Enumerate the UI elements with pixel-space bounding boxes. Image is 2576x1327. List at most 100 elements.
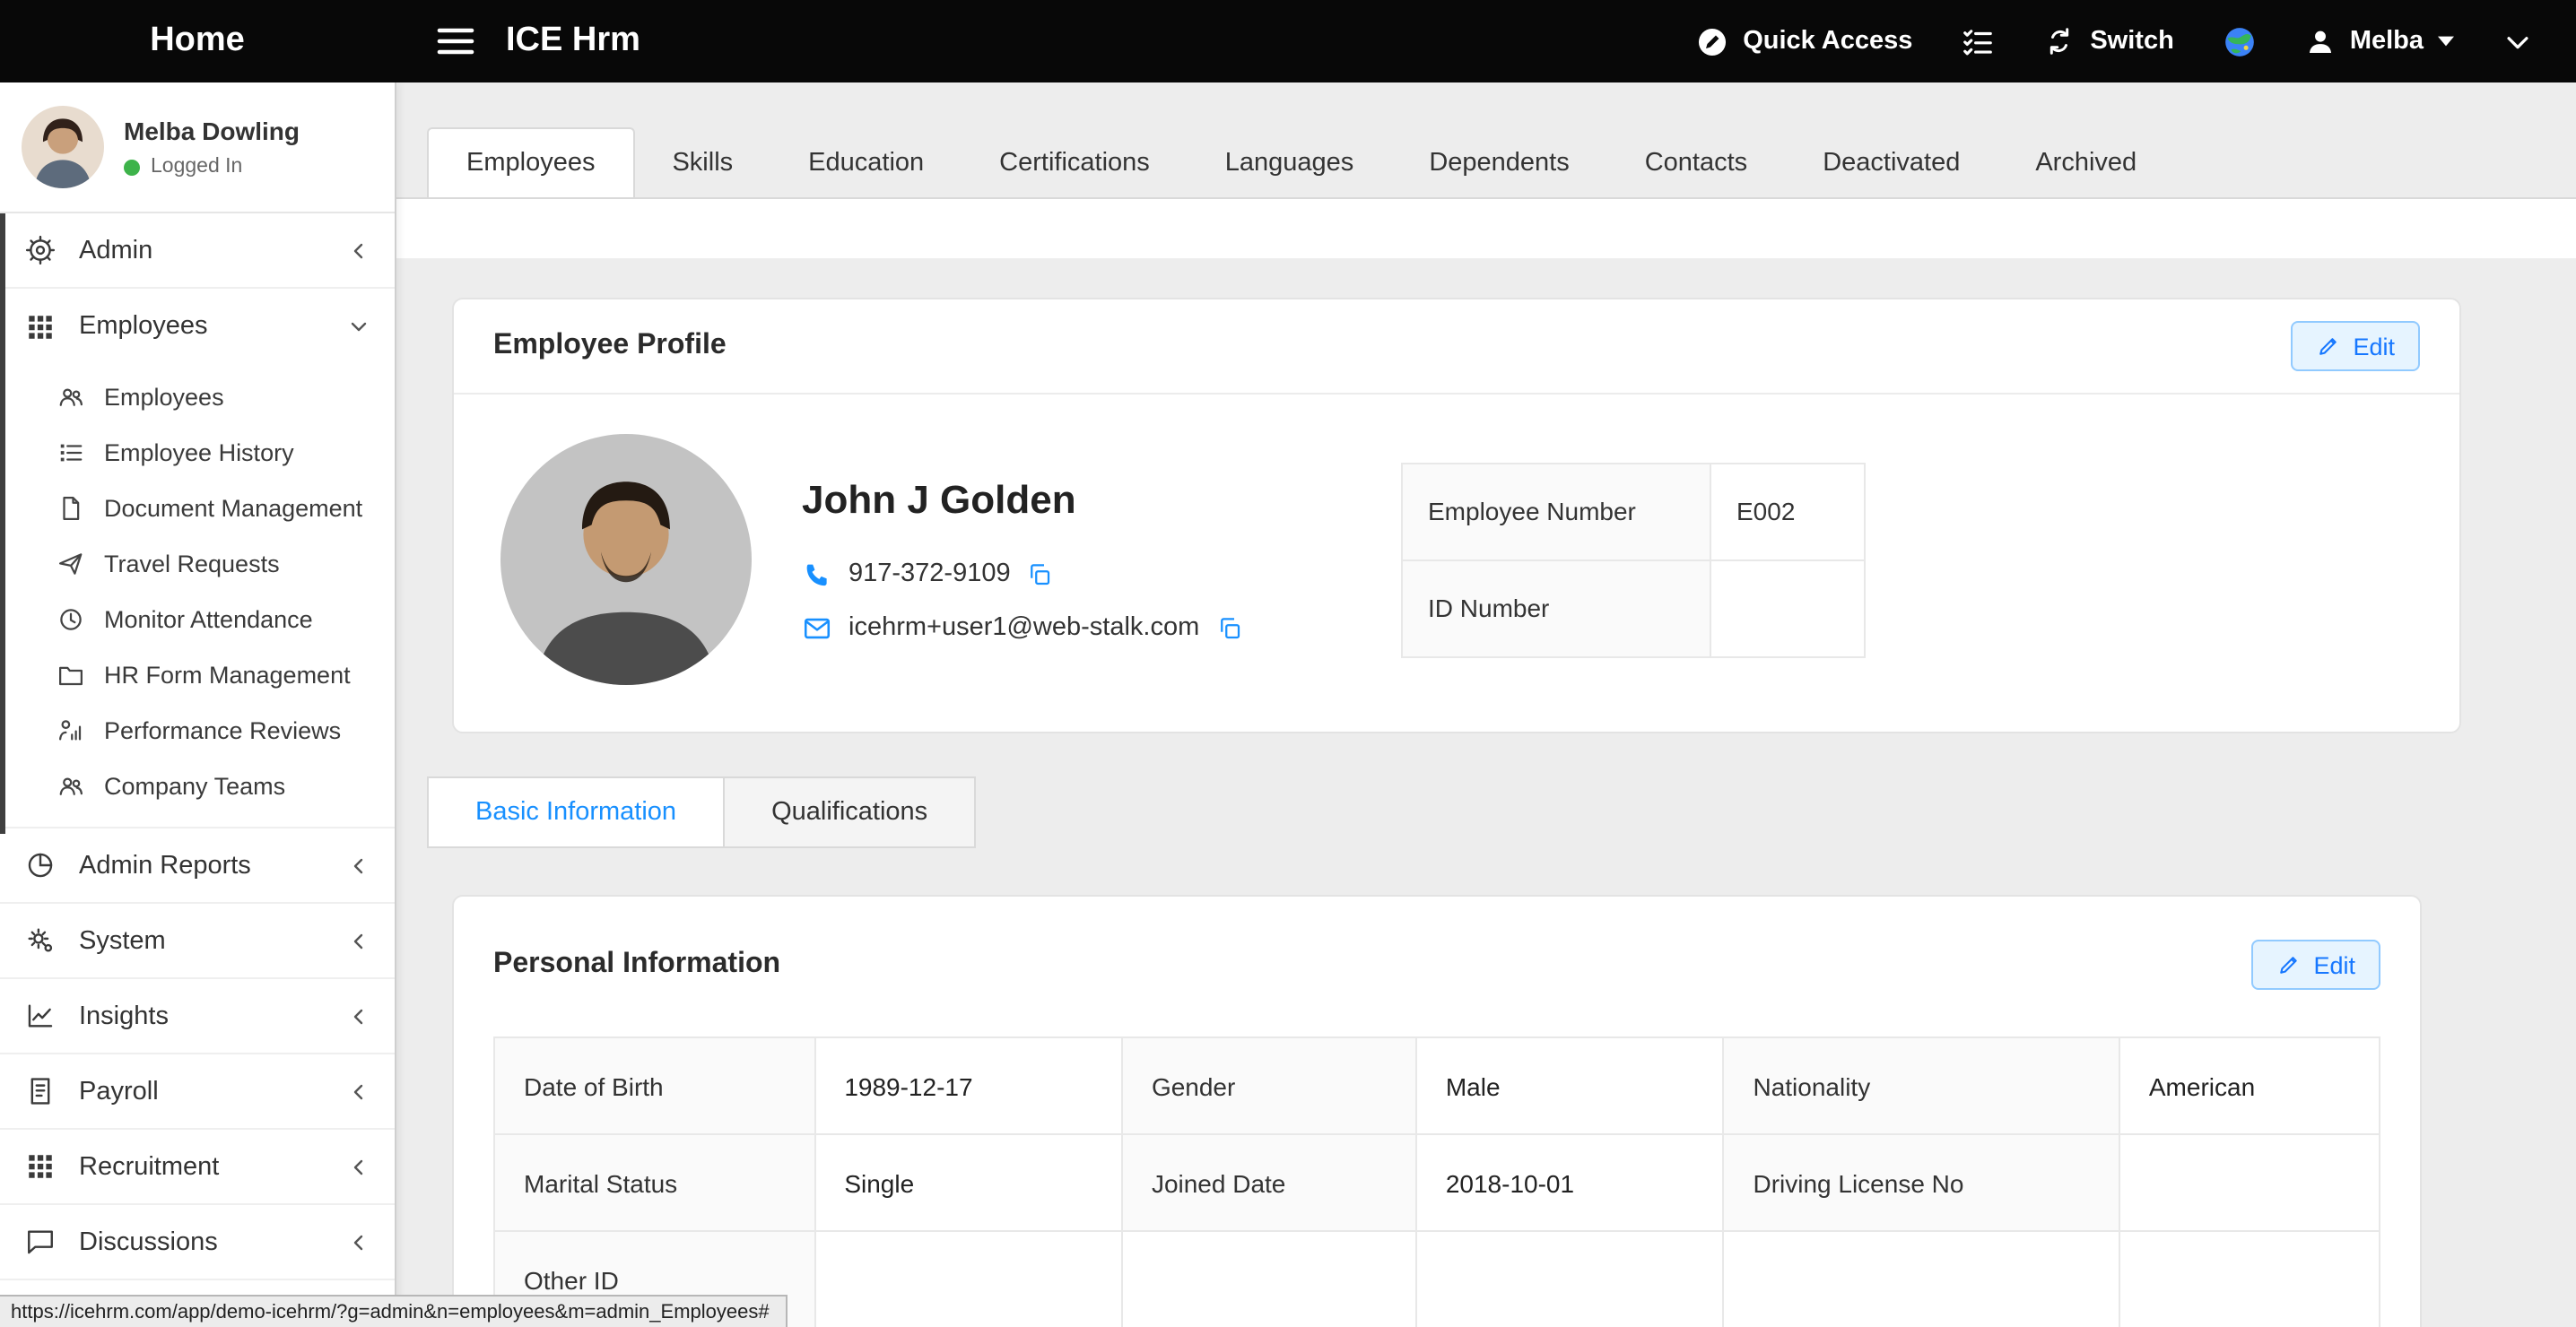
personal-information-table: Date of Birth 1989-12-17 Gender Male Nat… xyxy=(493,1036,2380,1327)
card-title: Personal Information xyxy=(493,949,780,981)
line-chart-icon xyxy=(25,1001,56,1031)
main-content: Employees Skills Education Certification… xyxy=(395,82,2576,1327)
employee-name: John J Golden xyxy=(802,476,1326,523)
sidebar-section-label: Admin xyxy=(79,236,152,265)
login-status: Logged In xyxy=(124,156,300,178)
field-label: Gender xyxy=(1122,1037,1416,1134)
hamburger-menu-icon[interactable] xyxy=(434,20,477,63)
employee-id-table: Employee Number E002 ID Number xyxy=(1401,462,1866,657)
payroll-icon xyxy=(25,1076,56,1106)
employee-profile-card: Employee Profile Edit John J Golden xyxy=(452,298,2461,733)
sidebar-item-document-management[interactable]: Document Management xyxy=(0,481,395,536)
users-icon xyxy=(57,384,84,411)
sidebar-section-recruitment[interactable]: Recruitment xyxy=(0,1130,395,1205)
chevron-left-icon xyxy=(348,1005,370,1027)
online-status-dot xyxy=(124,159,140,175)
edit-button-label: Edit xyxy=(2313,951,2355,978)
table-row: Employee Number E002 xyxy=(1402,463,1865,559)
sidebar-section-insights[interactable]: Insights xyxy=(0,979,395,1054)
field-value xyxy=(814,1231,1122,1327)
sidebar-section-admin[interactable]: Admin xyxy=(0,213,395,289)
field-label: ID Number xyxy=(1402,559,1710,656)
quick-access-label: Quick Access xyxy=(1743,27,1912,56)
sidebar-user-profile[interactable]: Melba Dowling Logged In xyxy=(0,82,395,213)
tab-contacts[interactable]: Contacts xyxy=(1607,129,1785,197)
sidebar-item-label: HR Form Management xyxy=(104,662,351,689)
language-globe-icon[interactable] xyxy=(2223,24,2257,58)
sidebar-section-discussions[interactable]: Discussions xyxy=(0,1205,395,1280)
task-list-icon[interactable] xyxy=(1961,24,1995,58)
tab-archived[interactable]: Archived xyxy=(1997,129,2174,197)
app-title: ICE Hrm xyxy=(506,22,640,61)
sidebar-nav: Admin Employees Emplo xyxy=(0,213,395,1280)
subtab-basic-information[interactable]: Basic Information xyxy=(427,776,725,848)
tab-dependents[interactable]: Dependents xyxy=(1391,129,1606,197)
employee-profile-header: Employee Profile Edit xyxy=(454,299,2459,395)
sidebar-scrollbar[interactable] xyxy=(0,213,5,834)
detail-subtabs: Basic Information Qualifications xyxy=(427,776,2576,848)
table-row: ID Number xyxy=(1402,559,1865,656)
sidebar-item-employee-history[interactable]: Employee History xyxy=(0,425,395,481)
sidebar-item-travel-requests[interactable]: Travel Requests xyxy=(0,536,395,592)
field-label: Nationality xyxy=(1723,1037,2119,1134)
email-row: icehrm+user1@web-stalk.com xyxy=(802,612,1326,643)
edit-button-label: Edit xyxy=(2353,333,2395,360)
edit-personal-button[interactable]: Edit xyxy=(2250,940,2380,990)
tab-certifications[interactable]: Certifications xyxy=(962,129,1188,197)
sidebar-section-label: Recruitment xyxy=(79,1152,219,1181)
collapse-topbar-chevron-icon[interactable] xyxy=(2502,26,2533,56)
comments-icon xyxy=(25,1227,56,1257)
sidebar-item-employees[interactable]: Employees xyxy=(0,369,395,425)
copy-icon[interactable] xyxy=(1027,560,1054,587)
tab-deactivated[interactable]: Deactivated xyxy=(1785,129,1997,197)
topbar-actions: Quick Access Switch Melba xyxy=(1694,24,2576,58)
sidebar-user-name: Melba Dowling xyxy=(124,117,300,145)
user-menu[interactable]: Melba xyxy=(2305,26,2454,56)
field-value xyxy=(2119,1231,2380,1327)
field-value xyxy=(1723,1231,2119,1327)
sidebar-item-label: Performance Reviews xyxy=(104,717,341,744)
switch-label: Switch xyxy=(2090,27,2173,56)
pencil-icon xyxy=(2315,334,2340,359)
copy-icon[interactable] xyxy=(1215,614,1242,641)
field-label: Marital Status xyxy=(494,1134,814,1231)
switch-button[interactable]: Switch xyxy=(2043,25,2173,57)
field-value: American xyxy=(2119,1037,2380,1134)
table-row: Date of Birth 1989-12-17 Gender Male Nat… xyxy=(494,1037,2380,1134)
field-label: Employee Number xyxy=(1402,463,1710,559)
tab-languages[interactable]: Languages xyxy=(1188,129,1392,197)
tab-education[interactable]: Education xyxy=(770,129,962,197)
team-icon xyxy=(57,773,84,800)
edit-profile-button[interactable]: Edit xyxy=(2290,321,2420,371)
app-window: Home ICE Hrm Quick Access Switch xyxy=(0,0,2576,1327)
field-value xyxy=(1416,1231,1724,1327)
field-value xyxy=(1122,1231,1416,1327)
sidebar-item-performance-reviews[interactable]: Performance Reviews xyxy=(0,703,395,759)
tab-employees[interactable]: Employees xyxy=(427,127,634,197)
chevron-left-icon xyxy=(348,239,370,261)
sidebar-item-label: Travel Requests xyxy=(104,551,280,577)
chevron-left-icon xyxy=(348,1080,370,1102)
employee-email[interactable]: icehrm+user1@web-stalk.com xyxy=(849,613,1199,642)
gears-icon xyxy=(25,925,56,956)
login-status-label: Logged In xyxy=(151,156,242,178)
sidebar-section-employees[interactable]: Employees xyxy=(0,289,395,364)
chevron-left-icon xyxy=(348,854,370,876)
sidebar-section-system[interactable]: System xyxy=(0,904,395,979)
sidebar-item-monitor-attendance[interactable]: Monitor Attendance xyxy=(0,592,395,647)
field-label: Joined Date xyxy=(1122,1134,1416,1231)
pie-chart-icon xyxy=(25,850,56,880)
sidebar-item-company-teams[interactable]: Company Teams xyxy=(0,759,395,814)
home-link[interactable]: Home xyxy=(0,22,395,61)
employee-phone[interactable]: 917-372-9109 xyxy=(849,559,1011,588)
quick-access-button[interactable]: Quick Access xyxy=(1694,24,1912,58)
tab-skills[interactable]: Skills xyxy=(634,129,770,197)
field-value: Single xyxy=(814,1134,1122,1231)
chevron-left-icon xyxy=(348,1156,370,1177)
sidebar-section-admin-reports[interactable]: Admin Reports xyxy=(0,828,395,904)
subtab-qualifications[interactable]: Qualifications xyxy=(723,776,976,848)
sidebar-item-hr-form-management[interactable]: HR Form Management xyxy=(0,647,395,703)
personal-information-header: Personal Information Edit xyxy=(454,897,2420,1011)
sidebar-section-payroll[interactable]: Payroll xyxy=(0,1054,395,1130)
chevron-left-icon xyxy=(348,930,370,951)
